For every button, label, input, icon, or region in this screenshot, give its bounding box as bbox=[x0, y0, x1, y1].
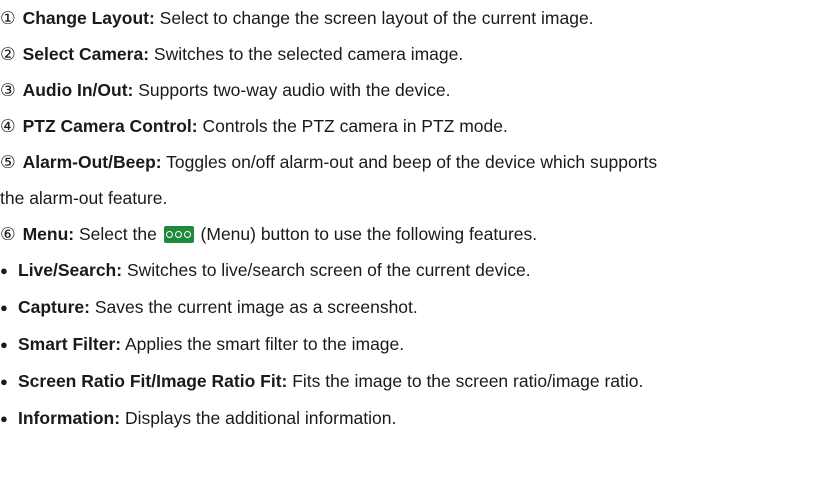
item-description: Switches to the selected camera image. bbox=[149, 44, 464, 64]
feature-capture: ● Capture: Saves the current image as a s… bbox=[0, 295, 837, 320]
item-change-layout: ① Change Layout: Select to change the sc… bbox=[0, 6, 837, 30]
feature-description: Switches to live/search screen of the cu… bbox=[122, 260, 531, 280]
feature-smart-filter: ● Smart Filter: Applies the smart filter … bbox=[0, 332, 837, 357]
item-description: Select to change the screen layout of th… bbox=[154, 8, 594, 28]
feature-term: Smart Filter: bbox=[18, 334, 122, 354]
item-term: Change Layout: bbox=[22, 8, 155, 28]
item-marker: ⑤ bbox=[0, 152, 16, 172]
item-marker: ⑥ bbox=[0, 224, 16, 244]
feature-ratio-fit: ● Screen Ratio Fit/Image Ratio Fit: Fits … bbox=[0, 369, 837, 394]
item-select-camera: ② Select Camera: Switches to the selecte… bbox=[0, 42, 837, 66]
item-term: Select Camera: bbox=[22, 44, 150, 64]
item-term: Alarm-Out/Beep: bbox=[22, 152, 162, 172]
feature-information: ● Information: Displays the additional in… bbox=[0, 406, 837, 431]
item-term: Audio In/Out: bbox=[22, 80, 134, 100]
item-term: Menu: bbox=[22, 224, 75, 244]
bullet-icon: ● bbox=[0, 411, 8, 426]
feature-term: Information: bbox=[18, 408, 121, 428]
bullet-icon: ● bbox=[0, 374, 8, 389]
feature-live-search: ● Live/Search: Switches to live/search sc… bbox=[0, 258, 837, 283]
bullet-icon: ● bbox=[0, 263, 8, 278]
feature-description: Applies the smart filter to the image. bbox=[121, 334, 405, 354]
item-description-continued: the alarm-out feature. bbox=[0, 188, 168, 208]
bullet-icon: ● bbox=[0, 300, 8, 315]
item-alarm-out-beep: ⑤ Alarm-Out/Beep: Toggles on/off alarm-o… bbox=[0, 150, 837, 210]
feature-term: Screen Ratio Fit/Image Ratio Fit: bbox=[18, 371, 288, 391]
feature-description: Displays the additional information. bbox=[120, 408, 397, 428]
item-marker: ④ bbox=[0, 116, 16, 136]
item-description: Supports two-way audio with the device. bbox=[133, 80, 451, 100]
item-description: Select the bbox=[74, 224, 162, 244]
item-marker: ② bbox=[0, 44, 16, 64]
feature-description: Saves the current image as a screenshot. bbox=[89, 297, 418, 317]
item-term: PTZ Camera Control: bbox=[22, 116, 198, 136]
item-description: Controls the PTZ camera in PTZ mode. bbox=[197, 116, 508, 136]
bullet-icon: ● bbox=[0, 337, 8, 352]
feature-term: Live/Search: bbox=[18, 260, 123, 280]
item-marker: ① bbox=[0, 8, 16, 28]
item-description: (Menu) button to use the following featu… bbox=[195, 224, 538, 244]
manual-document: ① Change Layout: Select to change the sc… bbox=[0, 0, 837, 431]
feature-term: Capture: bbox=[18, 297, 90, 317]
three-dots-menu-icon bbox=[163, 226, 194, 243]
item-menu: ⑥ Menu: Select the (Menu) button to use … bbox=[0, 222, 837, 246]
item-ptz-camera-control: ④ PTZ Camera Control: Controls the PTZ c… bbox=[0, 114, 837, 138]
item-audio-in-out: ③ Audio In/Out: Supports two-way audio w… bbox=[0, 78, 837, 102]
feature-description: Fits the image to the screen ratio/image… bbox=[287, 371, 644, 391]
item-marker: ③ bbox=[0, 80, 16, 100]
item-description: Toggles on/off alarm-out and beep of the… bbox=[161, 152, 658, 172]
